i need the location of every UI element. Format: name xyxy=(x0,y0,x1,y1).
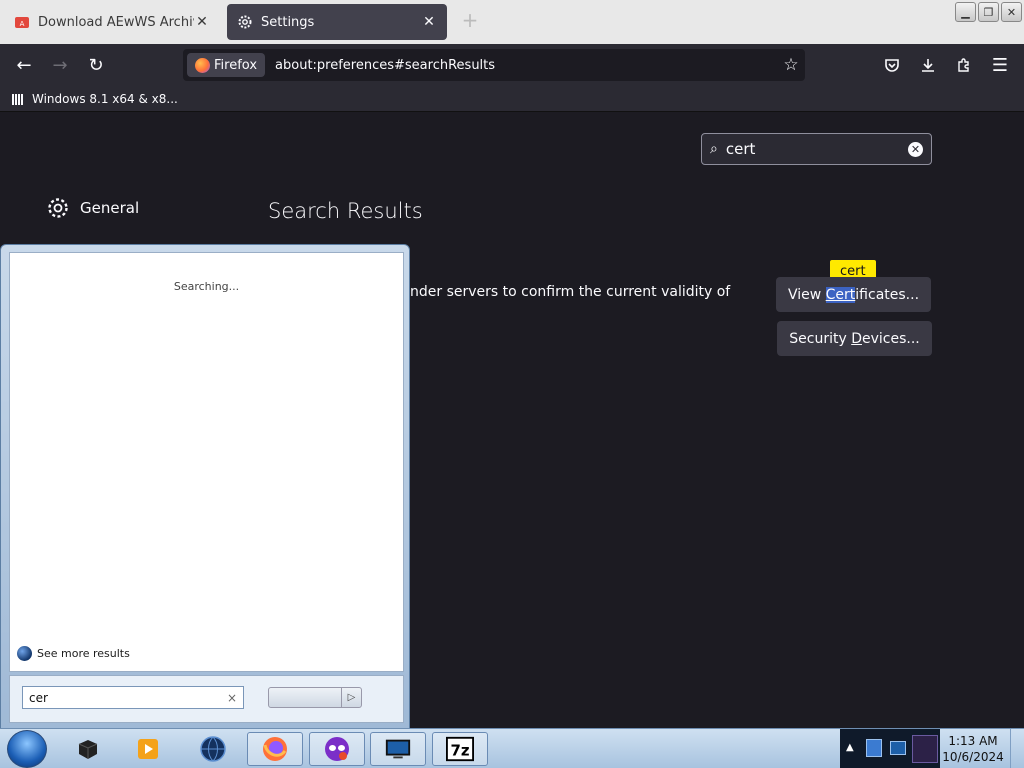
start-search-results: Searching... See more results xyxy=(9,252,404,672)
archive-building-icon xyxy=(12,92,26,105)
search-value: cert xyxy=(725,140,756,158)
button-text: evices... xyxy=(861,330,920,347)
restore-icon[interactable]: ❐ xyxy=(978,2,999,22)
svg-text:A: A xyxy=(20,20,25,28)
tray-expand-icon[interactable]: ▲ xyxy=(846,742,854,753)
archive-favicon-icon: A xyxy=(14,14,30,30)
clear-search-icon[interactable]: × xyxy=(227,691,237,705)
network-monitor-icon[interactable] xyxy=(890,741,906,755)
pocket-icon[interactable] xyxy=(878,51,906,79)
button-text: Security xyxy=(789,330,852,347)
globe-icon xyxy=(199,735,227,763)
svg-text:7z: 7z xyxy=(450,742,469,760)
ocsp-description: nder servers to confirm the current vali… xyxy=(410,284,731,300)
taskbar-app-firefox[interactable] xyxy=(247,732,303,766)
minimize-icon[interactable]: ▁ xyxy=(955,2,976,22)
clear-search-icon[interactable]: ✕ xyxy=(908,141,923,157)
shutdown-label xyxy=(269,688,341,707)
gear-icon xyxy=(48,198,68,218)
bookmarks-toolbar: Windows 8.1 x64 & x8... xyxy=(0,86,1024,112)
clock-date: 10/6/2024 xyxy=(942,750,1004,764)
preferences-search-input[interactable]: ⌕ cert ✕ xyxy=(701,133,932,165)
url-bar[interactable]: Firefox about:preferences#searchResults … xyxy=(183,49,805,81)
tray-app-icon[interactable] xyxy=(912,735,938,763)
tab-download[interactable]: A Download AEwWS Archive by A ✕ xyxy=(4,4,220,40)
start-search-input[interactable]: cer × xyxy=(22,686,244,709)
close-window-icon[interactable]: ✕ xyxy=(1001,2,1022,22)
show-desktop-button[interactable] xyxy=(1010,729,1024,768)
taskbar-app[interactable]: 7z xyxy=(432,732,488,766)
system-clock[interactable]: 1:13 AM 10/6/2024 xyxy=(942,733,1004,765)
tab-settings[interactable]: Settings ✕ xyxy=(227,4,447,40)
tab-close-icon[interactable]: ✕ xyxy=(194,14,210,30)
action-center-flag-icon[interactable] xyxy=(866,739,882,757)
start-search-value: cer xyxy=(29,690,48,705)
tab-title: Download AEwWS Archive by A xyxy=(38,14,194,30)
bookmark-item[interactable]: Windows 8.1 x64 & x8... xyxy=(32,92,178,106)
forward-arrow-icon[interactable]: → xyxy=(46,51,74,79)
taskbar-app[interactable] xyxy=(185,732,241,766)
back-arrow-icon[interactable]: ← xyxy=(10,51,38,79)
monitor-icon xyxy=(384,735,412,763)
firefox-logo-icon xyxy=(195,57,210,73)
see-more-label: See more results xyxy=(37,647,130,660)
searching-status: Searching... xyxy=(173,280,240,293)
tab-close-icon[interactable]: ✕ xyxy=(421,14,437,30)
reload-icon[interactable]: ↻ xyxy=(82,51,110,79)
start-orb-icon[interactable] xyxy=(7,730,47,768)
extensions-puzzle-icon[interactable] xyxy=(950,51,978,79)
start-menu: Searching... See more results cer × ▷ xyxy=(0,244,410,730)
taskbar-app[interactable] xyxy=(370,732,426,766)
category-label: General xyxy=(80,199,140,217)
search-icon: ⌕ xyxy=(710,141,718,157)
explorer-cube-icon xyxy=(74,735,102,763)
firefox-icon xyxy=(261,735,289,763)
page-title: Search Results xyxy=(268,199,423,223)
media-player-icon xyxy=(134,735,162,763)
globe-icon xyxy=(17,646,32,661)
start-menu-footer: cer × ▷ xyxy=(9,675,404,723)
shutdown-arrow-icon[interactable]: ▷ xyxy=(341,688,361,707)
tab-title: Settings xyxy=(261,14,315,30)
identity-box[interactable]: Firefox xyxy=(187,53,266,77)
url-text[interactable]: about:preferences#searchResults xyxy=(275,58,777,73)
see-more-results-link[interactable]: See more results xyxy=(17,646,130,661)
window-controls: ▁ ❐ ✕ xyxy=(955,2,1022,22)
shutdown-button[interactable]: ▷ xyxy=(268,687,362,708)
taskbar-app[interactable] xyxy=(120,732,176,766)
search-highlight: Cert xyxy=(825,286,856,303)
view-certificates-button[interactable]: View Cert ificates... xyxy=(776,277,931,312)
download-icon[interactable] xyxy=(914,51,942,79)
taskbar-app[interactable] xyxy=(309,732,365,766)
new-tab-button[interactable]: + xyxy=(458,8,482,36)
security-devices-button[interactable]: Security Devices... xyxy=(777,321,932,356)
identity-label: Firefox xyxy=(214,57,258,73)
nav-bar: ← → ↻ Firefox about:preferences#searchRe… xyxy=(0,44,1024,86)
button-text: ificates... xyxy=(855,286,920,303)
7zip-icon: 7z xyxy=(446,735,474,763)
taskbar-app[interactable] xyxy=(60,732,116,766)
taskbar: 7z ▲ 1:13 AM 10/6/2024 xyxy=(0,728,1024,768)
button-text: View xyxy=(787,286,826,303)
category-general[interactable]: General xyxy=(46,196,139,220)
hamburger-menu-icon[interactable]: ☰ xyxy=(986,51,1014,79)
gear-icon xyxy=(237,14,253,30)
tab-strip: A Download AEwWS Archive by A ✕ Settings… xyxy=(0,0,1024,44)
tor-mask-icon xyxy=(323,735,351,763)
clock-time: 1:13 AM xyxy=(948,734,998,748)
star-bookmark-icon[interactable]: ☆ xyxy=(777,55,805,75)
access-key: D xyxy=(851,330,862,347)
